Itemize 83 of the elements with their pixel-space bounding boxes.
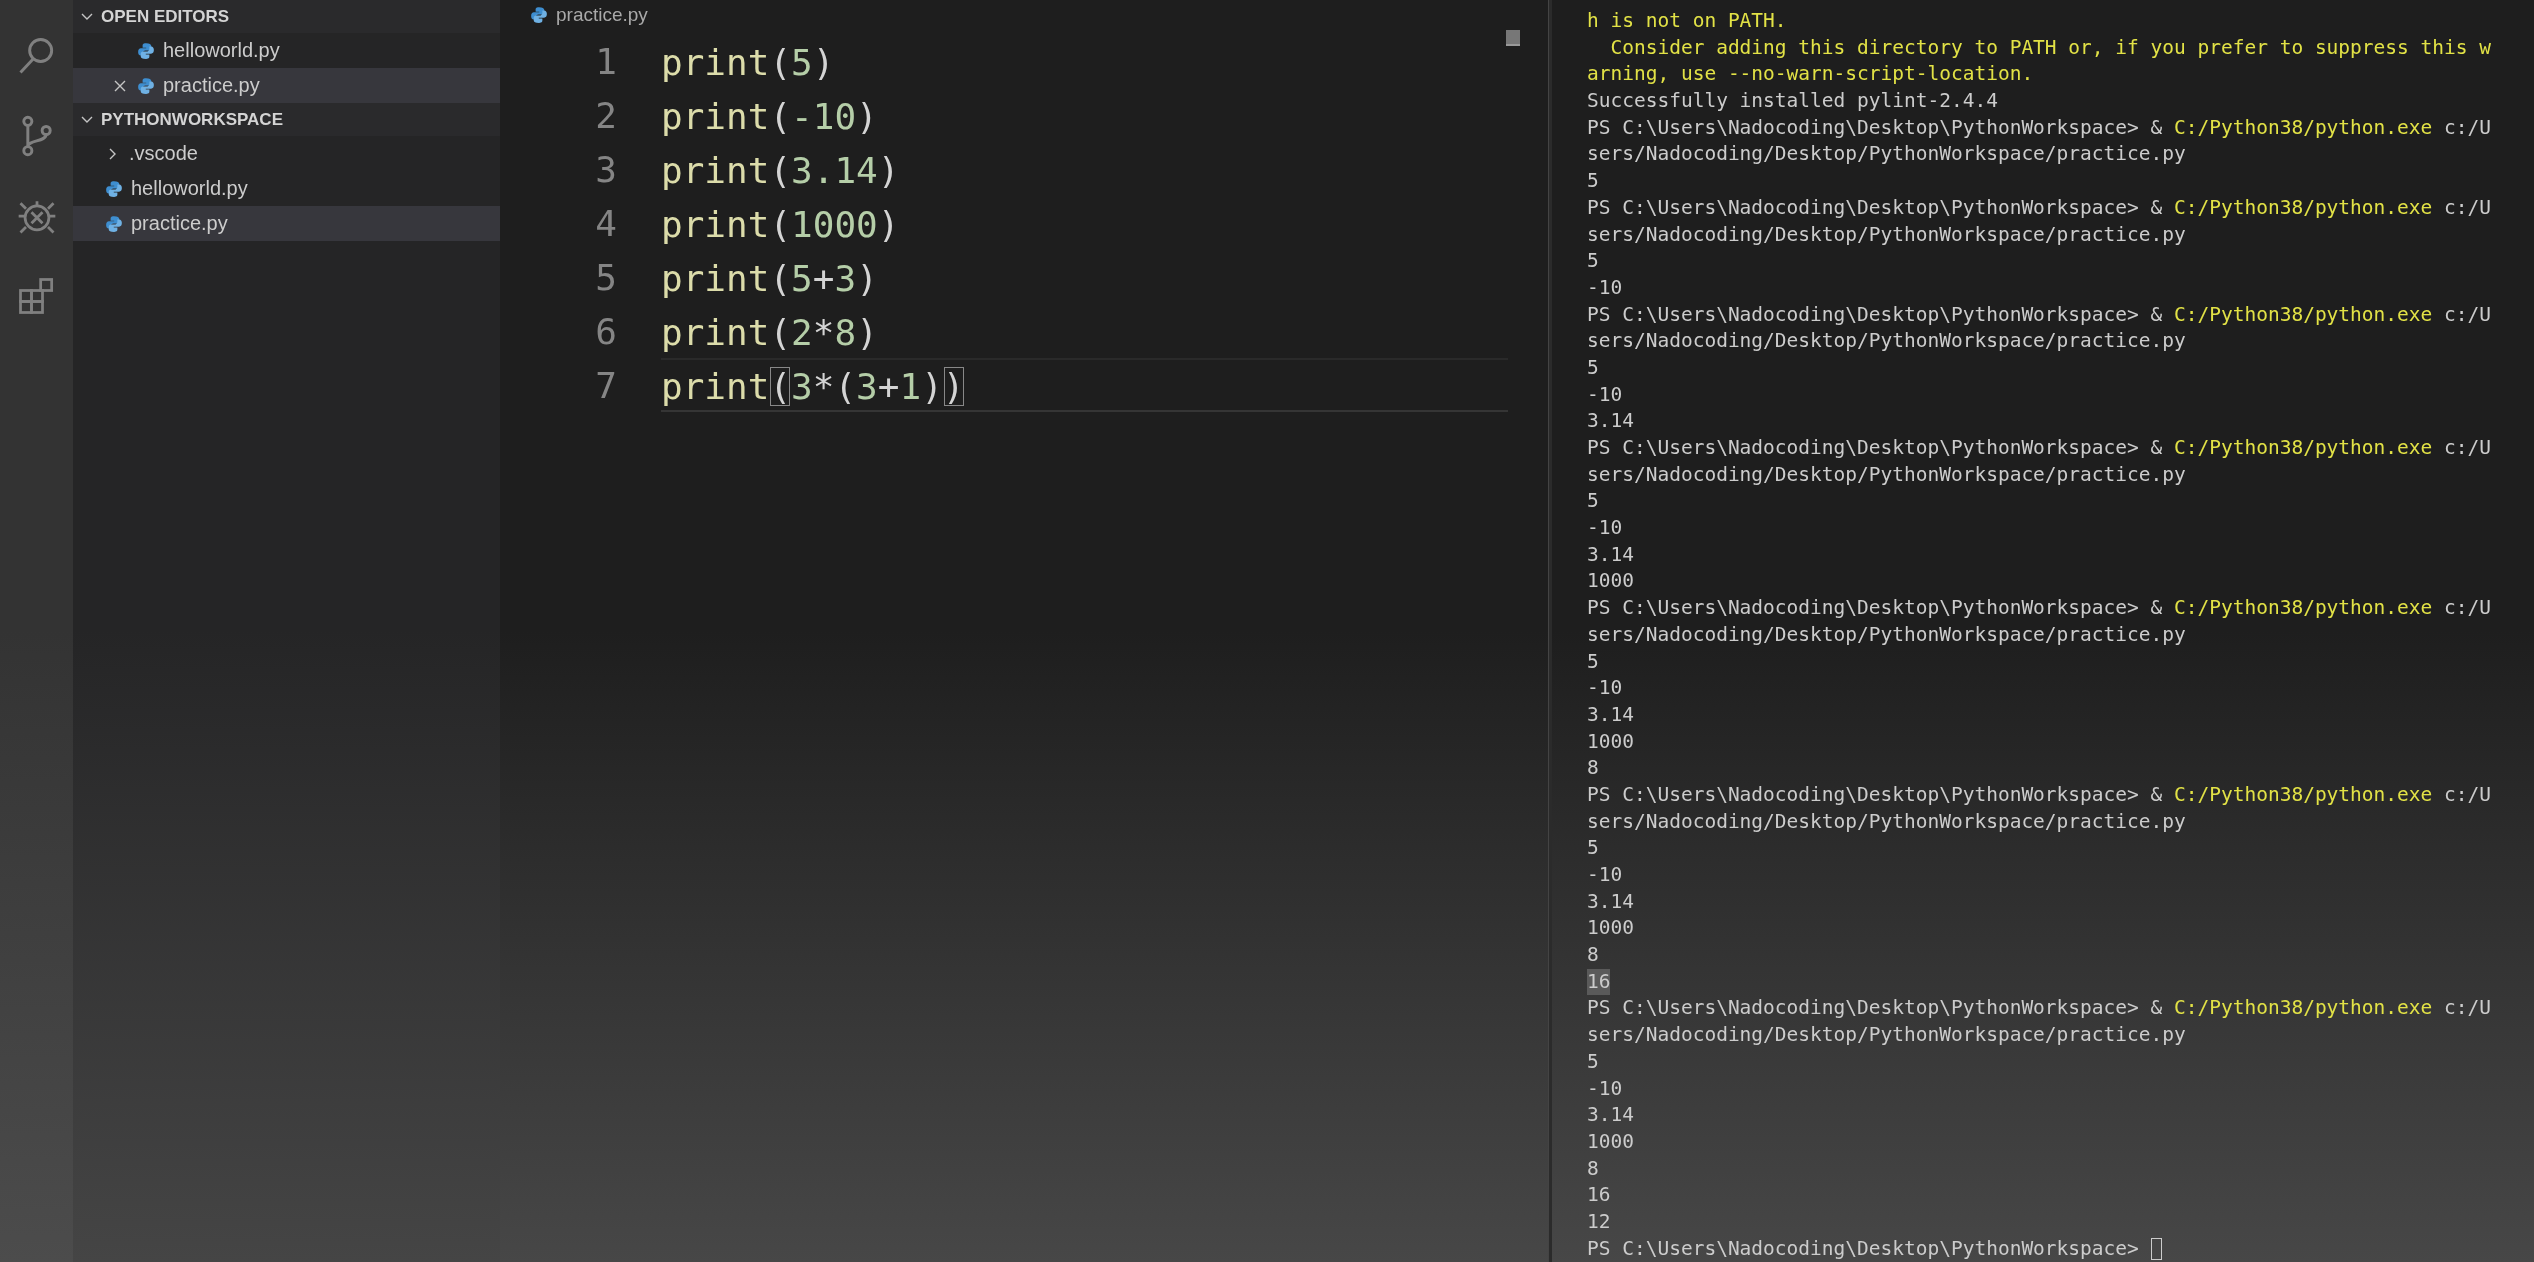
terminal-line: -10 [1587,1075,1624,1102]
section-header[interactable]: PYTHONWORKSPACE [73,103,500,136]
terminal-line: 8 [1587,755,1600,782]
terminal-line: sers/Nadocoding/Desktop/PythonWorkspace/practice.py [1587,808,2187,835]
code-line: print(2*8) [661,311,879,355]
terminal-line: 1000 [1587,1128,1635,1155]
terminal-prompt: PS C:\Users\Nadocoding\Desktop\PythonWorkspace> [1587,1235,2140,1262]
file-item[interactable]: practice.py [73,68,500,103]
terminal-line: 3.14 [1587,701,1635,728]
python-file-icon [137,41,155,60]
file-item[interactable]: practice.py [73,206,500,241]
line-number: 1 [594,40,618,82]
terminal-line: PS C:\Users\Nadocoding\Desktop\PythonWorkspace> & C:/Python38/python.exe c:/U [1587,995,2492,1022]
terminal-line: 5 [1587,488,1600,515]
terminal-line: sers/Nadocoding/Desktop/PythonWorkspace/practice.py [1587,621,2187,648]
terminal-line: -10 [1587,381,1624,408]
terminal-line: sers/Nadocoding/Desktop/PythonWorkspace/practice.py [1587,221,2187,248]
terminal-line: 1000 [1587,568,1635,595]
terminal-line: 5 [1587,248,1600,275]
python-file-icon [137,76,155,95]
selected-output: 16 [1587,968,1611,996]
terminal-line: 8 [1587,942,1600,969]
code-line: print(1000) [661,203,901,247]
line-number: 5 [594,256,618,298]
terminal-line: PS C:\Users\Nadocoding\Desktop\PythonWorkspace> & C:/Python38/python.exe c:/U [1587,301,2492,328]
file-name: .vscode [129,142,198,165]
terminal-line: h is not on PATH. [1587,8,1788,34]
terminal-line: -10 [1587,515,1624,542]
python-file-icon [105,179,123,198]
line-number: 2 [594,94,618,136]
terminal-line: 5 [1587,354,1600,381]
code-line: print(3*(3+1)) [661,358,1508,412]
code-line: print(3.14) [661,149,901,193]
terminal-line: 5 [1587,168,1600,195]
terminal-line: PS C:\Users\Nadocoding\Desktop\PythonWorkspace> & C:/Python38/python.exe c:/U [1587,435,2492,461]
terminal-line: sers/Nadocoding/Desktop/PythonWorkspace/practice.py [1587,141,2187,168]
section-title: OPEN EDITORS [101,6,230,27]
line-number: 6 [594,310,618,352]
terminal-line: PS C:\Users\Nadocoding\Desktop\PythonWorkspace> & C:/Python38/python.exe c:/U [1587,194,2492,221]
terminal-line: PS C:\Users\Nadocoding\Desktop\PythonWorkspace> & C:/Python38/python.exe c:/U [1587,781,2492,808]
file-item[interactable]: helloworld.py [73,171,500,206]
code-line: print(5+3) [661,257,879,301]
terminal-line: 3.14 [1587,541,1635,568]
file-name: helloworld.py [163,39,280,62]
terminal-line: 5 [1587,648,1600,675]
terminal-line: PS C:\Users\Nadocoding\Desktop\PythonWorkspace> & C:/Python38/python.exe c:/U [1587,114,2492,141]
terminal-line: sers/Nadocoding/Desktop/PythonWorkspace/practice.py [1587,1022,2187,1049]
terminal-line: 3.14 [1587,408,1635,435]
breadcrumb[interactable]: practice.py [556,4,648,26]
file-name: practice.py [163,74,260,97]
terminal-line: 1000 [1587,915,1635,942]
terminal-line: arning, use --no-warn-script-location. [1587,61,2035,88]
terminal-line: 3.14 [1587,1102,1635,1129]
code-line: print(-10) [661,95,879,139]
line-number: 7 [594,364,618,406]
terminal-line: PS C:\Users\Nadocoding\Desktop\PythonWorkspace> & C:/Python38/python.exe c:/U [1587,595,2492,622]
terminal-line: -10 [1587,675,1624,702]
terminal-line: 1000 [1587,728,1635,755]
terminal-line: 3.14 [1587,888,1635,915]
terminal-line: -10 [1587,274,1624,301]
terminal-line: -10 [1587,862,1624,888]
line-number: 3 [594,148,618,190]
file-name: helloworld.py [131,177,248,200]
file-name: practice.py [131,212,228,235]
code-line: print(5) [661,41,836,85]
section-header[interactable]: OPEN EDITORS [73,0,500,33]
python-file-icon [105,214,123,233]
section-title: PYTHONWORKSPACE [101,109,283,130]
python-file-icon [530,6,548,24]
terminal-line: Consider adding this directory to PATH or, if you prefer to suppress this w [1609,34,2492,61]
file-item[interactable]: .vscode [73,136,500,171]
file-item[interactable]: helloworld.py [73,33,500,68]
terminal-line: Successfully installed pylint-2.4.4 [1587,88,1999,115]
line-number: 4 [594,202,618,244]
terminal-line: 5 [1587,835,1600,862]
terminal-line: 16 [1587,1182,1612,1209]
terminal-line: 12 [1587,1208,1612,1235]
terminal-line: sers/Nadocoding/Desktop/PythonWorkspace/practice.py [1587,328,2187,355]
text-cursor [2150,1237,2162,1260]
terminal-line: sers/Nadocoding/Desktop/PythonWorkspace/practice.py [1587,461,2187,488]
close-icon[interactable] [113,78,127,93]
terminal-line: 8 [1587,1155,1600,1182]
terminal-line: 5 [1587,1048,1600,1075]
